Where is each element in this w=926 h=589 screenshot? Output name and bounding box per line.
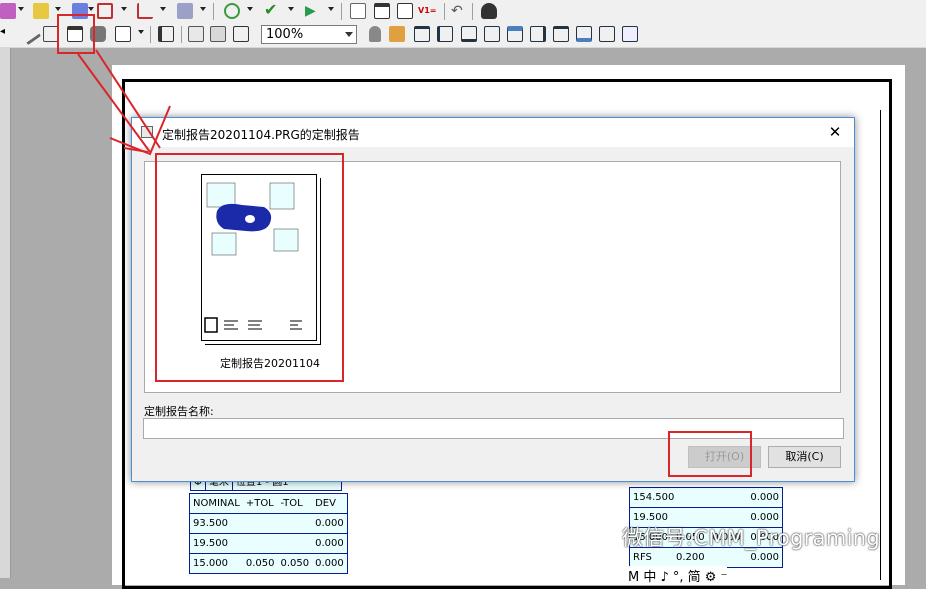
wechat-icon [579, 527, 612, 547]
watermark-text: 微信号:CMM_Programing [622, 526, 880, 550]
annotation-arrows [77, 49, 171, 156]
ime-toolbar: M 中 ♪ °, 简 ⚙ ⁻ [628, 566, 728, 585]
